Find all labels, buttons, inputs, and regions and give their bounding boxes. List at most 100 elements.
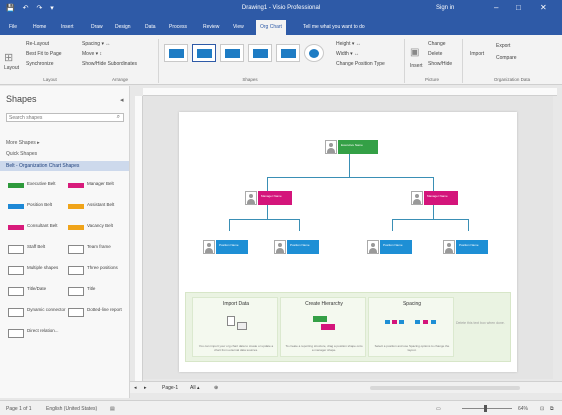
tell-me-box[interactable]: Tell me what you want to do: [303, 24, 365, 30]
tip-spacing: Spacing Select a position and use Spacin…: [368, 297, 454, 357]
relayout-button[interactable]: Re-Layout: [26, 41, 49, 47]
page-count[interactable]: Page 1 of 1: [6, 406, 32, 412]
tip-title: Spacing: [402, 301, 422, 307]
add-page-icon[interactable]: ⊕: [214, 385, 218, 391]
drawing-page[interactable]: Executive Name Manager Name Manager Name Po…: [179, 112, 517, 372]
position-node[interactable]: Position Name: [274, 240, 319, 254]
tab-draw[interactable]: Draw: [88, 22, 106, 32]
stencil-item-label: Manager Belt: [87, 181, 114, 186]
tab-view[interactable]: View: [230, 22, 247, 32]
manager-node[interactable]: Manager Name: [245, 191, 292, 205]
shape-style-2[interactable]: [192, 44, 216, 62]
shape-style-4[interactable]: [248, 44, 272, 62]
stencil-shape-icon: [68, 204, 84, 209]
stencil-item[interactable]: Executive Belt: [8, 180, 66, 196]
zoom-slider[interactable]: [462, 408, 512, 409]
zoom-level[interactable]: 64%: [518, 406, 528, 412]
stencil-shape-icon: [8, 204, 24, 209]
minimize-icon[interactable]: –: [494, 3, 498, 12]
height-button[interactable]: Height ▾ ↔: [336, 41, 361, 47]
delete-picture-button[interactable]: Delete: [428, 51, 442, 57]
executive-node[interactable]: Executive Name: [325, 140, 378, 154]
tip-body: To create a reporting structure, drag a …: [285, 344, 363, 352]
position-node[interactable]: Position Name: [443, 240, 488, 254]
drawing-canvas[interactable]: Executive Name Manager Name Manager Name Po…: [143, 96, 553, 379]
synchronize-button[interactable]: Synchronize: [26, 61, 54, 67]
next-page-icon[interactable]: ▸: [144, 385, 147, 391]
change-picture-button[interactable]: Change: [428, 41, 446, 47]
chevron-left-icon[interactable]: ◂: [120, 96, 124, 104]
sign-in-link[interactable]: Sign in: [436, 5, 454, 11]
import-button[interactable]: Import: [470, 51, 484, 57]
active-stencil-label: Belt - Organization Chart Shapes: [6, 163, 80, 169]
tab-review[interactable]: Review: [200, 22, 222, 32]
width-button[interactable]: Width ▾ ↔: [336, 51, 359, 57]
move-button[interactable]: Move ▾ ↕: [82, 51, 102, 57]
horizontal-scrollbar[interactable]: [370, 386, 520, 390]
spacing-illustration: [383, 312, 443, 336]
stencil-item[interactable]: Multiple shapes: [8, 264, 66, 280]
stencil-item[interactable]: Title/Date: [8, 285, 66, 301]
stencil-item[interactable]: Direct relation...: [8, 327, 66, 343]
stencil-item[interactable]: Consultant Belt: [8, 222, 66, 238]
stencil-item-label: Assistant Belt: [87, 202, 115, 207]
stencil-item[interactable]: Dotted-line report: [68, 306, 126, 322]
stencil-item[interactable]: Title: [68, 285, 126, 301]
stencil-item[interactable]: Team frame: [68, 243, 126, 259]
more-shapes-link[interactable]: More Shapes ▸: [6, 140, 40, 146]
tab-org-chart[interactable]: Org Chart: [256, 20, 286, 35]
org-card: Manager Name: [424, 191, 458, 205]
show-hide-subordinates-button[interactable]: Show/Hide Subordinates: [82, 61, 137, 67]
insert-picture-button[interactable]: Insert: [410, 63, 423, 69]
stencil-item[interactable]: Assistant Belt: [68, 201, 126, 217]
shape-style-6[interactable]: [304, 44, 324, 62]
stencil-item[interactable]: Manager Belt: [68, 180, 126, 196]
tab-data[interactable]: Data: [142, 22, 159, 32]
search-shapes-input[interactable]: Search shapes ⌕: [6, 113, 124, 122]
tab-home[interactable]: Home: [30, 22, 49, 32]
org-card: Position Name: [216, 240, 248, 254]
change-position-type-button[interactable]: Change Position Type: [336, 61, 385, 67]
search-icon[interactable]: ⌕: [117, 114, 120, 121]
compare-button[interactable]: Compare: [496, 55, 517, 61]
close-icon[interactable]: ✕: [540, 3, 547, 12]
all-pages-button[interactable]: All ▴: [190, 385, 199, 391]
tab-process[interactable]: Process: [166, 22, 190, 32]
layout-button[interactable]: Layout: [4, 65, 19, 71]
tab-design[interactable]: Design: [112, 22, 134, 32]
restore-icon[interactable]: □: [516, 3, 521, 12]
tab-file[interactable]: File: [6, 22, 20, 32]
tab-insert[interactable]: Insert: [58, 22, 77, 32]
tab-page-1[interactable]: Page-1: [162, 385, 178, 391]
presentation-mode-icon[interactable]: ▭: [436, 406, 441, 412]
search-placeholder: Search shapes: [9, 115, 43, 121]
fit-page-icon[interactable]: ⊡: [540, 406, 544, 412]
spacing-button[interactable]: Spacing ▾ ↔: [82, 41, 110, 47]
stencil-item[interactable]: Three positions: [68, 264, 126, 280]
shapes-group-label: Shapes: [242, 77, 258, 82]
org-card: Position Name: [380, 240, 412, 254]
stencil-item[interactable]: Vacancy Belt: [68, 222, 126, 238]
show-hide-picture-button[interactable]: Show/Hide: [428, 61, 452, 67]
shape-style-1[interactable]: [164, 44, 188, 62]
shape-style-5[interactable]: [276, 44, 300, 62]
macro-icon[interactable]: ▤: [110, 406, 115, 412]
stencil-item-label: Dotted-line report: [87, 307, 122, 312]
best-fit-button[interactable]: Best Fit to Page: [26, 51, 62, 57]
position-node[interactable]: Position Name: [367, 240, 412, 254]
stencil-item[interactable]: Staff Belt: [8, 243, 66, 259]
shape-style-3[interactable]: [220, 44, 244, 62]
language-status[interactable]: English (United States): [46, 406, 97, 412]
active-stencil[interactable]: Belt - Organization Chart Shapes: [0, 161, 129, 171]
quick-shapes-link[interactable]: Quick Shapes: [6, 151, 37, 157]
export-button[interactable]: Export: [496, 43, 510, 49]
stencil-item[interactable]: Position Belt: [8, 201, 66, 217]
tip-title: Import Data: [222, 301, 250, 307]
position-node[interactable]: Position Name: [203, 240, 248, 254]
manager-node[interactable]: Manager Name: [411, 191, 458, 205]
switch-windows-icon[interactable]: ⧉: [550, 406, 554, 412]
layout-icon: ⊞: [4, 52, 14, 64]
prev-page-icon[interactable]: ◂: [134, 385, 137, 391]
stencil-item[interactable]: Dynamic connector: [8, 306, 66, 322]
zoom-slider-thumb[interactable]: [484, 405, 487, 412]
